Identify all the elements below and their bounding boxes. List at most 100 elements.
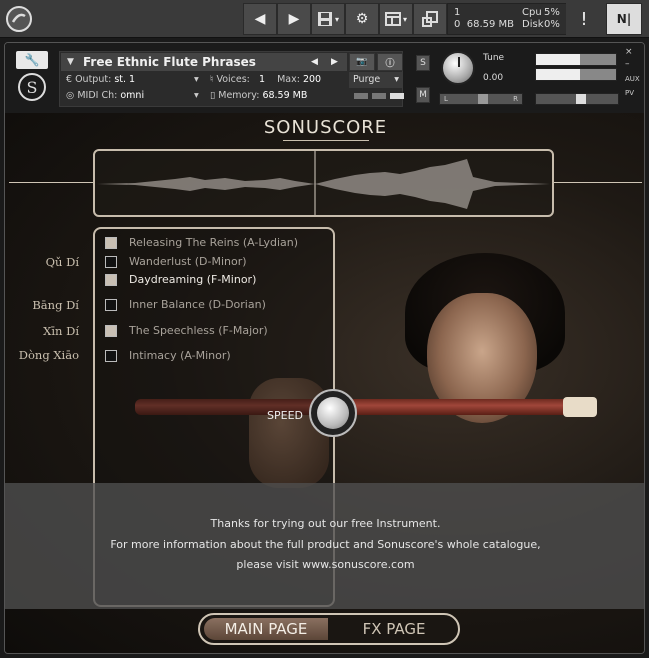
voices-row: ♮ Voices: 1 Max: 200	[210, 73, 321, 87]
voices-icon: ♮	[210, 74, 214, 85]
close-icon[interactable]: ×	[625, 47, 633, 57]
phrase-checkbox-3[interactable]	[105, 274, 117, 286]
resize-button[interactable]	[413, 3, 447, 35]
dropdown-arrow-icon: ▼	[67, 57, 74, 67]
speed-label: SPEED	[267, 409, 303, 422]
flute-label-xindi: Xīn Dí	[43, 324, 79, 338]
info-button[interactable]: ⓘ	[377, 53, 403, 71]
purge-option-1[interactable]	[354, 93, 368, 99]
volume-slider[interactable]	[535, 93, 619, 105]
flute-label-dongxiao: Dòng Xiāo	[18, 348, 79, 362]
phrase-checkbox-1[interactable]	[105, 237, 117, 249]
phrase-checkbox-5[interactable]	[105, 325, 117, 337]
voices-value: 1	[258, 74, 265, 85]
purge-option-2[interactable]	[372, 93, 386, 99]
voices-label: Voices:	[216, 74, 250, 85]
info-line-1: Thanks for trying out our free Instrumen…	[210, 517, 441, 530]
info-line-3: please visit www.sonuscore.com	[236, 558, 415, 571]
memory-value: 68.59 MB	[466, 19, 515, 30]
phrase-item-5[interactable]: The Speechless (F-Major)	[129, 324, 268, 337]
phrase-item-2[interactable]: Wanderlust (D-Minor)	[129, 255, 247, 268]
next-instrument-button[interactable]: ▶	[277, 3, 311, 35]
solo-button[interactable]: S	[416, 55, 430, 71]
prev-instrument-button[interactable]: ◀	[243, 3, 277, 35]
save-icon	[317, 12, 332, 26]
waveform-display[interactable]	[93, 149, 554, 217]
tune-label: Tune	[483, 53, 505, 63]
pv-label[interactable]: PV	[625, 89, 634, 97]
resize-icon	[422, 11, 438, 27]
purge-option-3[interactable]	[390, 93, 404, 99]
midi-icon: ◎	[66, 90, 75, 101]
dropdown-arrow-icon: ▾	[402, 14, 407, 24]
wrench-button[interactable]: 🔧	[16, 51, 48, 69]
flute-label-bangdi: Bāng Dí	[32, 298, 79, 312]
mute-button[interactable]: M	[416, 87, 430, 103]
output-value: st. 1	[114, 74, 136, 85]
prev-arrow-icon[interactable]: ◀	[311, 53, 318, 71]
next-arrow-icon[interactable]: ▶	[331, 53, 338, 71]
alert-icon: !	[580, 8, 588, 30]
phrase-item-1[interactable]: Releasing The Reins (A-Lydian)	[129, 236, 298, 249]
output-label: Output:	[75, 74, 112, 85]
brand-logo: SONUSCORE	[263, 117, 388, 138]
instrument-frame: 🔧 S ▼ Free Ethnic Flute Phrases ◀ ▶ 📷 ⓘ …	[4, 42, 645, 654]
max-value[interactable]: 200	[303, 74, 321, 85]
settings-button[interactable]: ⚙	[345, 3, 379, 35]
save-button[interactable]: ▾	[311, 3, 345, 35]
snapshot-button[interactable]: 📷	[349, 53, 375, 71]
output-row[interactable]: € Output: st. 1 ▾	[66, 73, 199, 87]
info-banner: Thanks for trying out our free Instrumen…	[5, 483, 644, 609]
tune-value[interactable]: 0.00	[483, 73, 503, 83]
midi-row[interactable]: ◎ MIDI Ch: omni ▾	[66, 89, 199, 103]
aux-label[interactable]: AUX	[625, 75, 640, 83]
info-icon: ⓘ	[385, 58, 395, 69]
purge-dropdown[interactable]: Purge ▾	[349, 72, 403, 88]
instrument-header: 🔧 S ▼ Free Ethnic Flute Phrases ◀ ▶ 📷 ⓘ …	[5, 43, 644, 113]
level-meter-left	[535, 53, 617, 66]
memory-icon: ▯	[210, 90, 216, 101]
tune-knob[interactable]	[441, 51, 475, 85]
tab-main-page[interactable]: MAIN PAGE	[204, 618, 328, 640]
view-button[interactable]: ▾	[379, 3, 413, 35]
speed-knob[interactable]	[317, 397, 349, 429]
level-meter-right	[535, 68, 617, 81]
phrase-checkbox-4[interactable]	[105, 299, 117, 311]
memory-label: Memory:	[218, 90, 260, 101]
alert-button[interactable]: !	[566, 3, 602, 35]
cpu-value: 5%	[544, 7, 560, 18]
wave-rail-right	[554, 182, 642, 183]
page-tabs: MAIN PAGE FX PAGE	[198, 613, 460, 645]
dropdown-arrow-icon: ▾	[194, 74, 199, 85]
volume-handle[interactable]	[576, 94, 586, 104]
ni-logo-button[interactable]: N|	[606, 3, 642, 35]
phrase-checkbox-2[interactable]	[105, 256, 117, 268]
pan-center-handle[interactable]	[478, 94, 488, 104]
sonuscore-logo-icon: S	[18, 73, 46, 101]
dropdown-arrow-icon: ▾	[194, 90, 199, 101]
chevron-left-icon: ◀	[254, 11, 266, 27]
midi-label: MIDI Ch:	[77, 90, 118, 101]
memory-row: ▯ Memory: 68.59 MB	[210, 89, 307, 103]
instrument-name: Free Ethnic Flute Phrases	[83, 55, 256, 69]
solo-label: S	[420, 58, 426, 68]
max-label: Max:	[277, 74, 300, 85]
instrument-name-field[interactable]: ▼ Free Ethnic Flute Phrases ◀ ▶	[61, 53, 347, 71]
phrase-item-4[interactable]: Inner Balance (D-Dorian)	[129, 298, 266, 311]
tab-fx-page[interactable]: FX PAGE	[332, 618, 456, 640]
pan-slider[interactable]: L R	[439, 93, 523, 105]
kontakt-logo-icon[interactable]	[4, 4, 34, 34]
phrase-item-3[interactable]: Daydreaming (F-Minor)	[129, 273, 256, 286]
gear-icon: ⚙	[355, 11, 369, 27]
ni-logo-icon: N|	[616, 12, 632, 26]
flute-end-artwork	[563, 397, 597, 417]
voices-icon-count: 1	[454, 7, 461, 18]
disk-value: 0%	[544, 19, 560, 30]
dropdown-arrow-icon: ▾	[334, 14, 339, 24]
phrase-item-6[interactable]: Intimacy (A-Minor)	[129, 349, 231, 362]
wrench-icon: 🔧	[24, 53, 40, 67]
pan-left-label: L	[444, 95, 448, 103]
cpu-label: Cpu	[522, 7, 542, 18]
phrase-checkbox-6[interactable]	[105, 350, 117, 362]
minimize-icon[interactable]: –	[625, 59, 630, 69]
